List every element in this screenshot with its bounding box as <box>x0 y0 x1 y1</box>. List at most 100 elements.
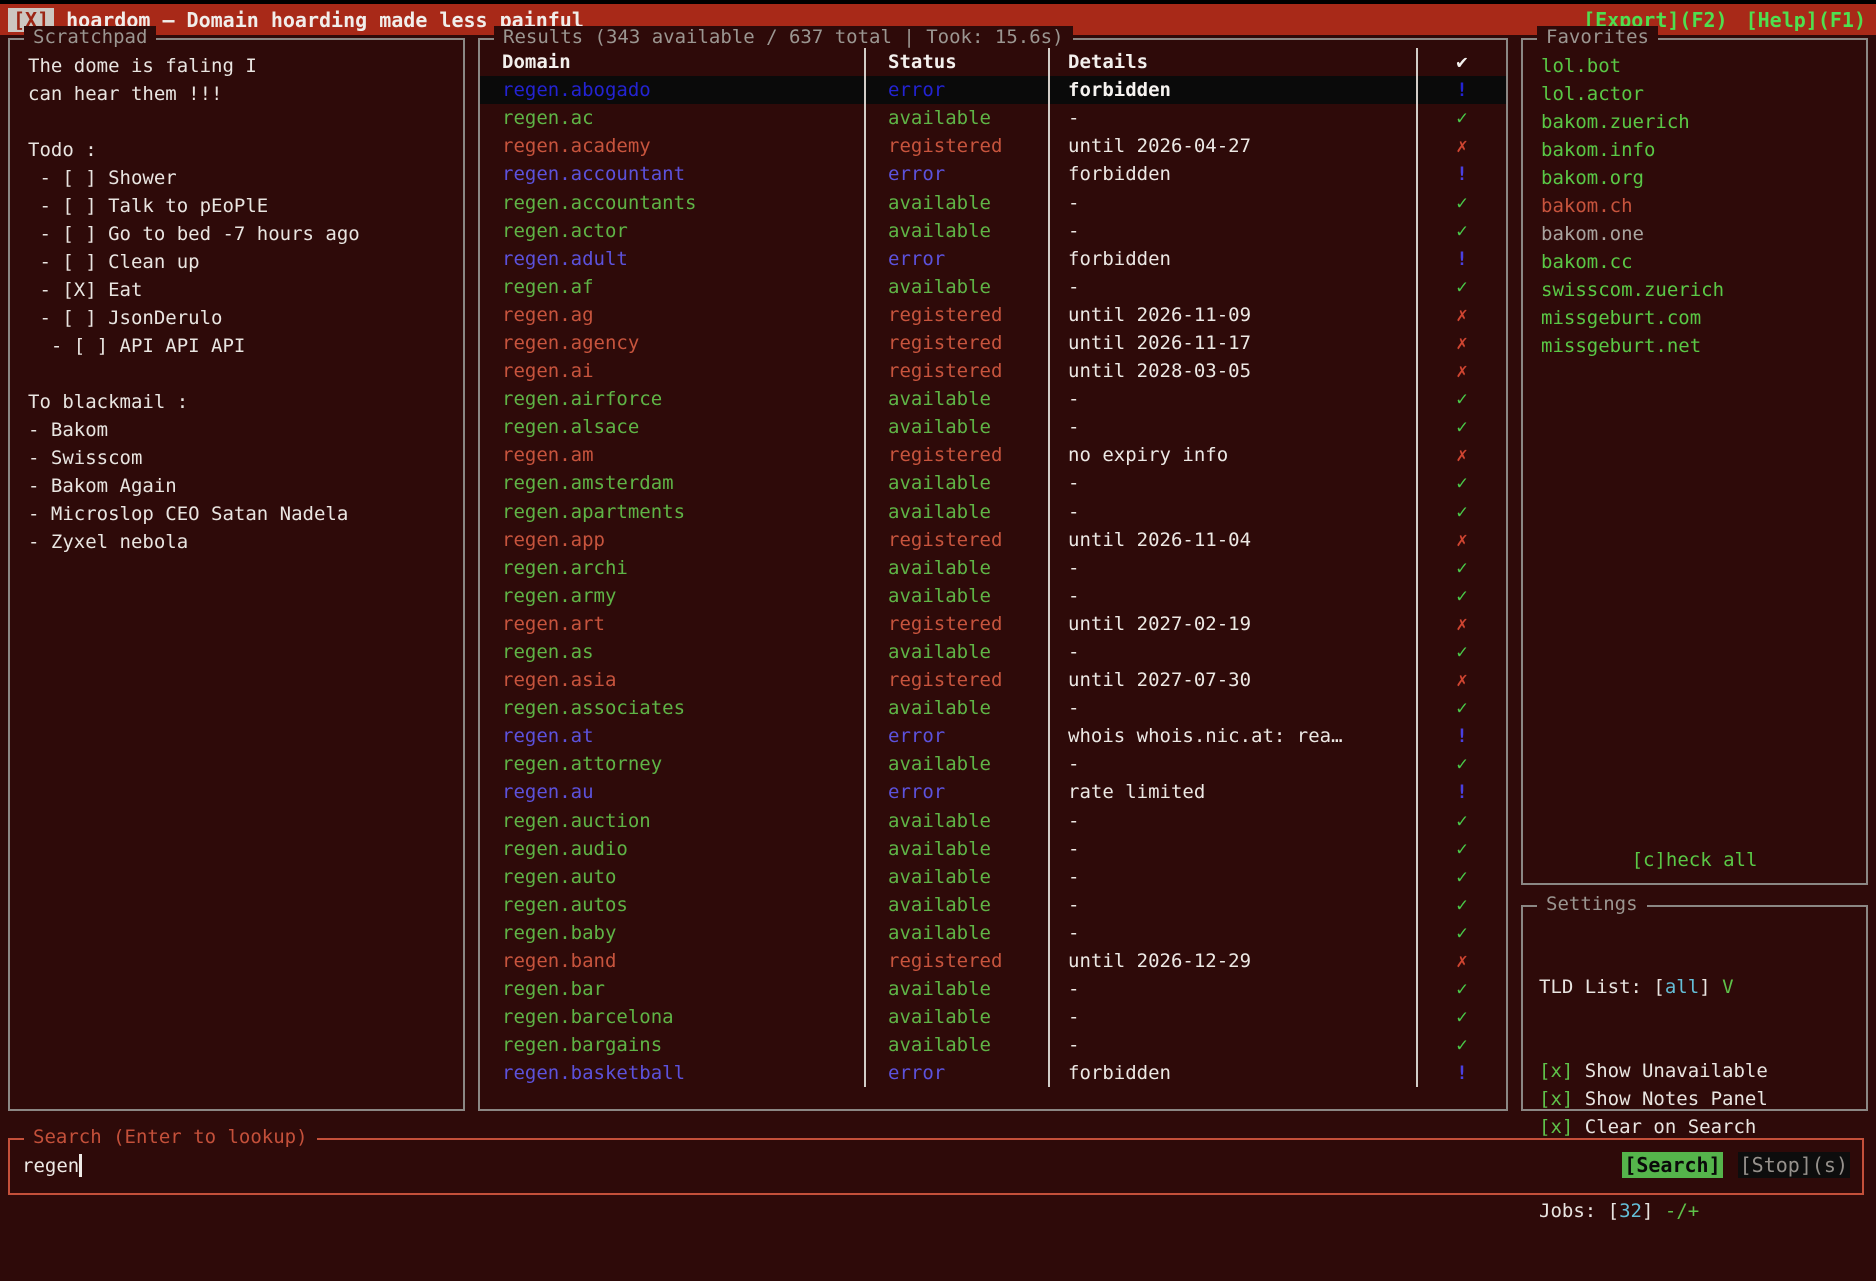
jobs-value: 32 <box>1619 1200 1642 1222</box>
favorite-item[interactable]: swisscom.zuerich <box>1541 276 1866 304</box>
result-row[interactable]: regen.asiaregistereduntil 2027-07-30✗ <box>480 666 1506 694</box>
result-status: available <box>864 694 1048 722</box>
result-row[interactable]: regen.appregistereduntil 2026-11-04✗ <box>480 526 1506 554</box>
result-row[interactable]: regen.amsterdamavailable-✓ <box>480 469 1506 497</box>
result-mark-icon: ✗ <box>1416 526 1506 554</box>
result-row[interactable]: regen.autoavailable-✓ <box>480 863 1506 891</box>
result-row[interactable]: regen.accountanterrorforbidden! <box>480 160 1506 188</box>
result-mark-icon: ✓ <box>1416 273 1506 301</box>
result-row[interactable]: regen.armyavailable-✓ <box>480 582 1506 610</box>
result-row[interactable]: regen.acavailable-✓ <box>480 104 1506 132</box>
result-details: - <box>1048 750 1416 778</box>
result-row[interactable]: regen.bandregistereduntil 2026-12-29✗ <box>480 947 1506 975</box>
result-row[interactable]: regen.basketballerrorforbidden! <box>480 1059 1506 1087</box>
settings-checkbox[interactable]: [x] Clear on Search <box>1539 1113 1866 1141</box>
result-domain: regen.army <box>480 582 864 610</box>
result-row[interactable]: regen.agencyregistereduntil 2026-11-17✗ <box>480 329 1506 357</box>
result-domain: regen.bar <box>480 975 864 1003</box>
result-row[interactable]: regen.agregistereduntil 2026-11-09✗ <box>480 301 1506 329</box>
jobs-label: Jobs: <box>1539 1200 1608 1222</box>
result-domain: regen.alsace <box>480 413 864 441</box>
favorite-item[interactable]: bakom.info <box>1541 136 1866 164</box>
favorite-item[interactable]: missgeburt.net <box>1541 332 1866 360</box>
result-row[interactable]: regen.auctionavailable-✓ <box>480 807 1506 835</box>
result-details: - <box>1048 807 1416 835</box>
result-mark-icon: ✓ <box>1416 498 1506 526</box>
settings-panel: Settings TLD List: [all] V [x] Show Unav… <box>1521 905 1868 1111</box>
result-status: available <box>864 273 1048 301</box>
column-header-domain[interactable]: Domain <box>480 48 864 76</box>
result-row[interactable]: regen.artregistereduntil 2027-02-19✗ <box>480 610 1506 638</box>
result-details: - <box>1048 273 1416 301</box>
result-row[interactable]: regen.bargainsavailable-✓ <box>480 1031 1506 1059</box>
result-details: - <box>1048 975 1416 1003</box>
scratchpad-text[interactable]: The dome is faling I can hear them !!! T… <box>28 52 463 556</box>
result-mark-icon: ! <box>1416 76 1506 104</box>
result-details: - <box>1048 582 1416 610</box>
result-domain: regen.audio <box>480 835 864 863</box>
result-row[interactable]: regen.academyregistereduntil 2026-04-27✗ <box>480 132 1506 160</box>
result-mark-icon: ! <box>1416 1059 1506 1087</box>
favorite-item[interactable]: bakom.one <box>1541 220 1866 248</box>
favorite-item[interactable]: lol.bot <box>1541 52 1866 80</box>
result-row[interactable]: regen.abogadoerrorforbidden! <box>480 76 1506 104</box>
result-status: available <box>864 807 1048 835</box>
favorite-item[interactable]: missgeburt.com <box>1541 304 1866 332</box>
result-mark-icon: ! <box>1416 778 1506 806</box>
result-domain: regen.bargains <box>480 1031 864 1059</box>
result-row[interactable]: regen.associatesavailable-✓ <box>480 694 1506 722</box>
settings-checkbox[interactable]: [x] Show Unavailable <box>1539 1057 1866 1085</box>
settings-checkbox[interactable]: [x] Show Notes Panel <box>1539 1085 1866 1113</box>
favorite-item[interactable]: bakom.ch <box>1541 192 1866 220</box>
result-details: until 2026-11-17 <box>1048 329 1416 357</box>
stop-button[interactable]: [Stop](s) <box>1738 1152 1850 1178</box>
result-status: available <box>864 217 1048 245</box>
result-row[interactable]: regen.aterrorwhois whois.nic.at: rea…! <box>480 722 1506 750</box>
result-row[interactable]: regen.autosavailable-✓ <box>480 891 1506 919</box>
result-row[interactable]: regen.airforceavailable-✓ <box>480 385 1506 413</box>
result-status: available <box>864 863 1048 891</box>
result-row[interactable]: regen.babyavailable-✓ <box>480 919 1506 947</box>
results-table: Domain Status Details ✔ regen.abogadoerr… <box>480 48 1506 1087</box>
checkbox-label: Clear on Search <box>1573 1116 1756 1138</box>
favorite-item[interactable]: bakom.zuerich <box>1541 108 1866 136</box>
help-button[interactable]: [Help](F1) <box>1746 8 1866 32</box>
result-status: available <box>864 385 1048 413</box>
result-row[interactable]: regen.baravailable-✓ <box>480 975 1506 1003</box>
result-row[interactable]: regen.apartmentsavailable-✓ <box>480 498 1506 526</box>
jobs-stepper[interactable]: -/+ <box>1665 1200 1699 1222</box>
result-row[interactable]: regen.adulterrorforbidden! <box>480 245 1506 273</box>
search-button[interactable]: [Search] <box>1622 1152 1722 1178</box>
result-row[interactable]: regen.archiavailable-✓ <box>480 554 1506 582</box>
result-row[interactable]: regen.audioavailable-✓ <box>480 835 1506 863</box>
search-buttons: [Search] [Stop](s) <box>1622 1152 1850 1178</box>
result-row[interactable]: regen.afavailable-✓ <box>480 273 1506 301</box>
result-row[interactable]: regen.accountantsavailable-✓ <box>480 188 1506 216</box>
result-status: error <box>864 76 1048 104</box>
favorite-item[interactable]: bakom.org <box>1541 164 1866 192</box>
column-header-details[interactable]: Details <box>1048 48 1416 76</box>
result-mark-icon: ✓ <box>1416 694 1506 722</box>
tld-list-value[interactable]: all <box>1665 976 1699 998</box>
tld-dropdown-icon[interactable]: V <box>1722 976 1733 998</box>
favorite-item[interactable]: lol.actor <box>1541 80 1866 108</box>
result-row[interactable]: regen.asavailable-✓ <box>480 638 1506 666</box>
results-table-header: Domain Status Details ✔ <box>480 48 1506 76</box>
result-domain: regen.associates <box>480 694 864 722</box>
search-input[interactable]: regen <box>22 1154 82 1177</box>
check-all-button[interactable]: [c]heck all <box>1523 849 1866 871</box>
tld-list-setting[interactable]: TLD List: [all] V <box>1539 973 1866 1001</box>
result-row[interactable]: regen.alsaceavailable-✓ <box>480 413 1506 441</box>
result-row[interactable]: regen.airegistereduntil 2028-03-05✗ <box>480 357 1506 385</box>
result-mark-icon: ✓ <box>1416 469 1506 497</box>
result-row[interactable]: regen.auerrorrate limited! <box>480 778 1506 806</box>
result-row[interactable]: regen.actoravailable-✓ <box>480 217 1506 245</box>
result-domain: regen.academy <box>480 132 864 160</box>
result-row[interactable]: regen.attorneyavailable-✓ <box>480 750 1506 778</box>
result-row[interactable]: regen.amregisteredno expiry info✗ <box>480 441 1506 469</box>
result-row[interactable]: regen.barcelonaavailable-✓ <box>480 1003 1506 1031</box>
result-domain: regen.archi <box>480 554 864 582</box>
column-header-status[interactable]: Status <box>864 48 1048 76</box>
jobs-setting[interactable]: Jobs: [32] -/+ <box>1539 1197 1866 1225</box>
favorite-item[interactable]: bakom.cc <box>1541 248 1866 276</box>
